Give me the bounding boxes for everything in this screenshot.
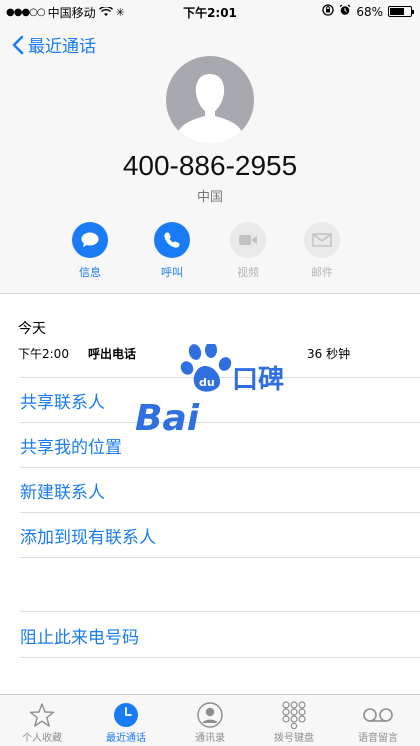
message-icon bbox=[72, 222, 108, 258]
mail-icon bbox=[304, 222, 340, 258]
orientation-lock-icon bbox=[322, 4, 334, 19]
tab-favorites-label: 个人收藏 bbox=[22, 733, 62, 744]
call-label: 呼叫 bbox=[161, 266, 183, 279]
divider bbox=[20, 557, 420, 558]
tab-favorites[interactable]: 个人收藏 bbox=[0, 695, 84, 746]
tab-recents-label: 最近通话 bbox=[106, 733, 146, 744]
phone-icon bbox=[154, 222, 190, 258]
region-label: 中国 bbox=[196, 190, 223, 205]
chevron-left-icon bbox=[12, 35, 24, 54]
divider bbox=[20, 467, 420, 468]
avatar bbox=[166, 56, 254, 144]
alarm-icon bbox=[339, 4, 351, 19]
video-label: 视频 bbox=[237, 266, 259, 279]
tab-recents[interactable]: 最近通话 bbox=[84, 695, 168, 746]
share-location-link[interactable]: 共享我的位置 bbox=[20, 433, 420, 458]
call-duration: 36 秒钟 bbox=[307, 347, 351, 361]
battery-icon bbox=[388, 6, 414, 17]
battery-percent: 68% bbox=[356, 4, 383, 19]
status-bar: ●●●○○ 中国移动 ✳ 下午2:01 68% bbox=[0, 0, 420, 22]
tab-voicemail[interactable]: 语音留言 bbox=[336, 695, 420, 746]
call-time: 下午2:00 bbox=[18, 347, 69, 361]
back-label: 最近通话 bbox=[28, 37, 96, 57]
contact-header: 最近通话 400-886-2955 中国 信息 呼叫 视频 邮件 bbox=[0, 22, 420, 294]
call-button[interactable]: 呼叫 bbox=[142, 222, 202, 280]
tab-bar: 个人收藏 最近通话 通讯录 拨号键盘 语音留言 bbox=[0, 694, 420, 746]
video-icon bbox=[230, 222, 266, 258]
tab-voicemail-label: 语音留言 bbox=[358, 733, 398, 744]
tab-keypad[interactable]: 拨号键盘 bbox=[252, 695, 336, 746]
voicemail-icon bbox=[336, 701, 420, 729]
divider bbox=[20, 611, 420, 612]
star-icon bbox=[0, 701, 84, 729]
tab-contacts-label: 通讯录 bbox=[195, 733, 225, 744]
message-button[interactable]: 信息 bbox=[60, 222, 120, 280]
clock-icon bbox=[84, 701, 168, 729]
divider bbox=[20, 422, 420, 423]
video-button[interactable]: 视频 bbox=[218, 222, 278, 280]
divider bbox=[20, 512, 420, 513]
divider bbox=[20, 657, 420, 658]
new-contact-link[interactable]: 新建联系人 bbox=[20, 478, 420, 503]
status-right: 68% bbox=[322, 4, 414, 19]
person-silhouette-icon bbox=[178, 74, 242, 144]
mail-label: 邮件 bbox=[311, 266, 333, 279]
mail-button[interactable]: 邮件 bbox=[292, 222, 352, 280]
keypad-icon bbox=[252, 701, 336, 729]
battery-fill bbox=[390, 8, 404, 15]
back-button[interactable]: 最近通话 bbox=[12, 32, 96, 57]
phone-number: 400-886-2955 bbox=[122, 150, 298, 181]
call-type: 呼出电话 bbox=[88, 347, 137, 361]
divider bbox=[20, 377, 420, 378]
action-row: 信息 呼叫 视频 邮件 bbox=[60, 222, 360, 292]
add-to-existing-contact-link[interactable]: 添加到现有联系人 bbox=[20, 523, 420, 548]
tab-contacts[interactable]: 通讯录 bbox=[168, 695, 252, 746]
block-caller-link[interactable]: 阻止此来电号码 bbox=[20, 623, 420, 648]
recent-day-label: 今天 bbox=[18, 321, 46, 337]
contacts-icon bbox=[168, 701, 252, 729]
message-label: 信息 bbox=[79, 266, 101, 279]
tab-keypad-label: 拨号键盘 bbox=[274, 733, 314, 744]
share-contact-link[interactable]: 共享联系人 bbox=[20, 388, 420, 413]
